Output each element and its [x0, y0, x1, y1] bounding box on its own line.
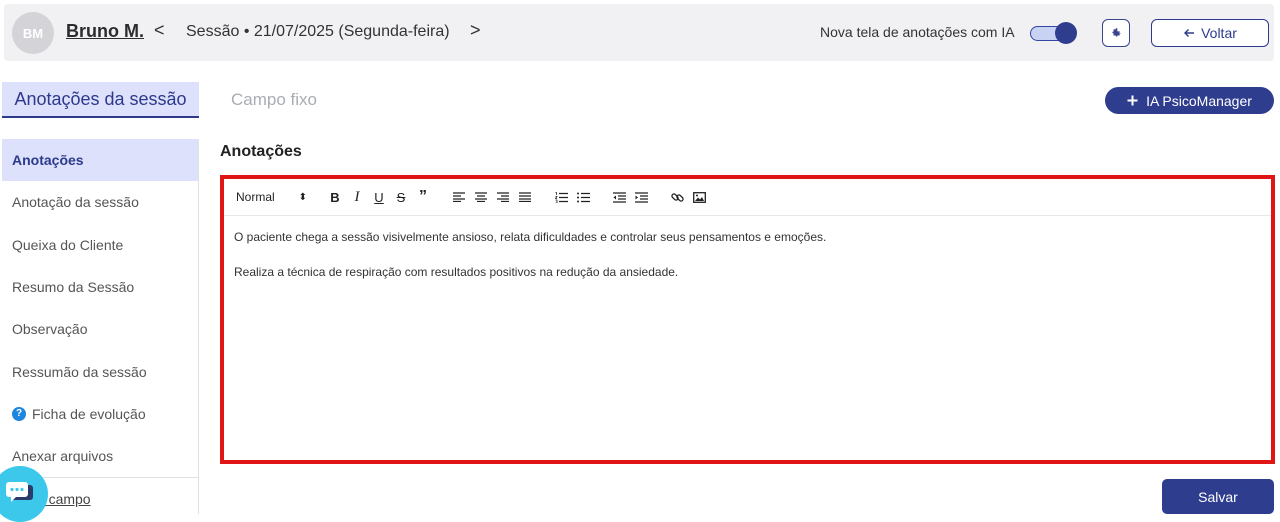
ai-toggle-label: Nova tela de anotações com IA	[820, 24, 1015, 40]
ai-toggle-switch[interactable]	[1028, 22, 1077, 44]
sidebar-item-label: Resumo da Sessão	[12, 279, 135, 296]
annotations-title: Anotações	[220, 143, 302, 160]
editor-content[interactable]: O paciente chega a sessão visivelmente a…	[224, 216, 1271, 310]
sidebar-item-label: Anotações	[12, 152, 84, 169]
strike-icon[interactable]: S	[390, 186, 412, 208]
annotations-editor[interactable]: Normal ⬍ B I U S ” O paciente chega a se…	[220, 175, 1275, 464]
sidebar-item-observacao[interactable]: Observação	[2, 308, 198, 350]
format-select-value: Normal	[236, 190, 275, 204]
sidebar-item-label: Ressumão da sessão	[12, 363, 147, 380]
sidebar-item-ficha-de-evolucao[interactable]: ? Ficha de evolução	[2, 393, 198, 435]
plus-icon	[1127, 95, 1138, 106]
link-icon[interactable]	[666, 186, 688, 208]
align-justify-icon[interactable]	[514, 186, 536, 208]
sidebar-item-queixa-do-cliente[interactable]: Queixa do Cliente	[2, 224, 198, 266]
chevron-right-icon[interactable]: >	[470, 20, 481, 41]
chat-icon	[6, 482, 33, 502]
sidebar-item-label: Anotação da sessão	[12, 194, 139, 211]
italic-icon[interactable]: I	[346, 186, 368, 208]
sidebar-item-label: Anexar arquivos	[12, 448, 114, 465]
align-right-icon[interactable]	[492, 186, 514, 208]
bold-icon[interactable]: B	[324, 186, 346, 208]
help-icon[interactable]: ?	[12, 406, 26, 421]
align-left-icon[interactable]	[448, 186, 470, 208]
tab-fixed-field[interactable]: Campo fixo	[231, 90, 317, 110]
toggle-knob	[1055, 22, 1077, 44]
tab-session-notes[interactable]: Anotações da sessão	[2, 82, 199, 118]
select-arrows-icon: ⬍	[298, 191, 308, 203]
gear-icon	[1112, 28, 1121, 37]
sidebar-item-ressumao-da-sessao[interactable]: Ressumão da sessão	[2, 350, 198, 392]
bullet-list-icon[interactable]	[572, 186, 594, 208]
sidebar-item-anotacao-da-sessao[interactable]: Anotação da sessão	[2, 181, 198, 223]
ia-button-label: IA PsicoManager	[1146, 92, 1252, 109]
top-bar: BM Bruno M. < Sessão • 21/07/2025 (Segun…	[4, 4, 1274, 61]
format-select[interactable]: Normal ⬍	[236, 190, 324, 204]
editor-toolbar: Normal ⬍ B I U S ”	[224, 179, 1271, 216]
save-button[interactable]: Salvar	[1162, 479, 1274, 514]
sidebar-item-label: Ficha de evolução	[32, 405, 146, 422]
sidebar-item-label: Queixa do Cliente	[12, 236, 124, 253]
sidebar-item-anotacoes[interactable]: Anotações	[2, 139, 198, 182]
avatar[interactable]: BM	[12, 12, 54, 54]
sidebar-item-label: Observação	[12, 321, 88, 338]
ordered-list-icon[interactable]	[550, 186, 572, 208]
settings-button[interactable]	[1102, 19, 1130, 47]
sidebar-item-resumo-da-sessao[interactable]: Resumo da Sessão	[2, 266, 198, 308]
underline-icon[interactable]: U	[368, 186, 390, 208]
back-button[interactable]: Voltar	[1151, 19, 1269, 47]
quote-icon[interactable]: ”	[412, 186, 434, 208]
arrow-left-icon	[1184, 29, 1195, 37]
ia-psicomanager-button[interactable]: IA PsicoManager	[1105, 87, 1274, 114]
align-center-icon[interactable]	[470, 186, 492, 208]
image-icon[interactable]	[688, 186, 710, 208]
editor-paragraph: O paciente chega a sessão visivelmente a…	[234, 230, 827, 244]
client-name-link[interactable]: Bruno M.	[66, 21, 144, 42]
outdent-icon[interactable]	[608, 186, 630, 208]
sidebar: Anotações Anotação da sessão Queixa do C…	[2, 139, 199, 514]
indent-icon[interactable]	[630, 186, 652, 208]
back-button-label: Voltar	[1201, 25, 1237, 41]
session-label: Sessão • 21/07/2025 (Segunda-feira)	[186, 23, 450, 40]
chevron-left-icon[interactable]: <	[154, 20, 165, 41]
editor-paragraph: Realiza a técnica de respiração com resu…	[234, 265, 679, 279]
